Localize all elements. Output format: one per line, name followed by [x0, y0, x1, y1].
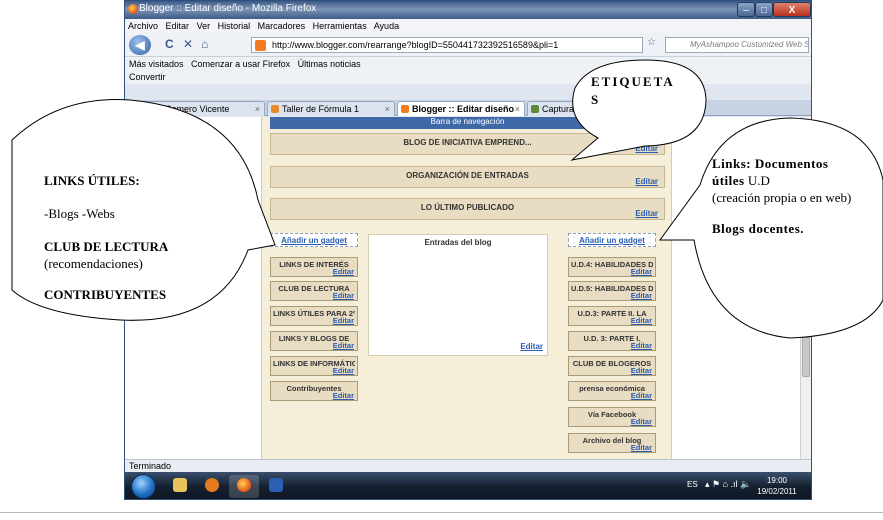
callout-right-title-suffix: U.D [744, 173, 770, 188]
callout-left-title: LINKS ÚTILES: [44, 173, 140, 188]
callout-top-line1: ETIQUETA [591, 74, 675, 89]
callout-right-title: Links: Documentos útiles [712, 156, 829, 188]
callout-top-text: ETIQUETA S [591, 73, 691, 109]
callout-left-club: CLUB DE LECTURA [44, 239, 169, 254]
callout-left-line1: -Blogs -Webs [44, 206, 115, 221]
callout-left-contrib: CONTRIBUYENTES [44, 287, 167, 302]
callout-top-line2: S [591, 92, 601, 107]
callout-right-sub: (creación propia o en web) [712, 190, 852, 205]
callout-left-text: LINKS ÚTILES: -Blogs -Webs CLUB DE LECTU… [44, 172, 244, 303]
callout-right-text: Links: Documentos útiles U.D (creación p… [712, 155, 862, 237]
callout-left-club-sub: (recomendaciones) [44, 256, 143, 271]
page-divider [0, 512, 883, 513]
callout-right-blogs: Blogs docentes. [712, 221, 804, 236]
